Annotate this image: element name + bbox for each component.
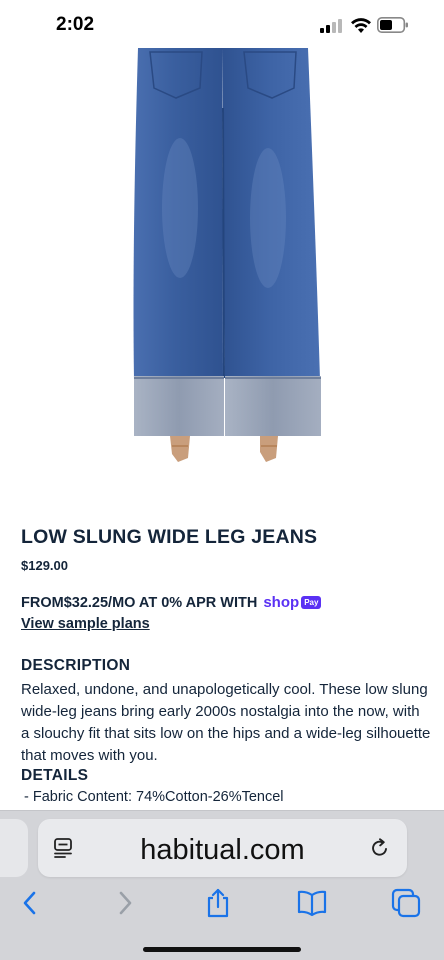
product-title: LOW SLUNG WIDE LEG JEANS [21,526,318,548]
product-image[interactable] [20,48,423,486]
url-text[interactable]: habitual.com [38,834,407,867]
wifi-icon [351,18,371,33]
bookmarks-button[interactable] [294,885,330,921]
forward-button[interactable] [107,885,143,921]
reload-icon[interactable] [369,837,391,859]
details-item-fabric: - Fabric Content: 74%Cotton-26%Tencel [24,789,284,805]
cellular-signal-icon [320,19,342,33]
installments-suffix: /MO AT 0% APR WITH [108,594,258,611]
address-bar[interactable]: habitual.com [38,819,407,877]
back-button[interactable] [12,885,48,921]
browser-toolbar: habitual.com [0,810,444,960]
tabs-button[interactable] [388,885,424,921]
status-time: 2:02 [56,14,95,35]
book-icon [297,890,327,917]
home-indicator [143,947,301,952]
previous-tab-preview[interactable] [0,819,28,877]
status-bar: 2:02 [0,0,444,50]
description-heading: DESCRIPTION [21,657,131,674]
installments-amount: $32.25 [63,594,109,611]
view-sample-plans-link[interactable]: View sample plans [21,616,150,632]
shop-pay-badge: Pay [301,596,322,609]
jeans-photo-icon [133,48,321,462]
product-price: $129.00 [21,558,68,573]
details-heading: DETAILS [21,767,89,784]
share-button[interactable] [200,885,236,921]
chevron-right-icon [119,891,132,915]
share-icon [207,888,229,918]
tabs-icon [391,888,421,918]
installments-prefix: FROM [21,594,64,611]
shop-pay-logo: shop Pay [263,594,322,611]
battery-icon [377,17,408,33]
installments-banner: FROM $32.25 /MO AT 0% APR WITH shop Pay [21,594,322,611]
chevron-left-icon [23,891,36,915]
description-body: Relaxed, undone, and unapologetically co… [21,681,431,764]
shop-pay-word: shop [263,594,300,611]
